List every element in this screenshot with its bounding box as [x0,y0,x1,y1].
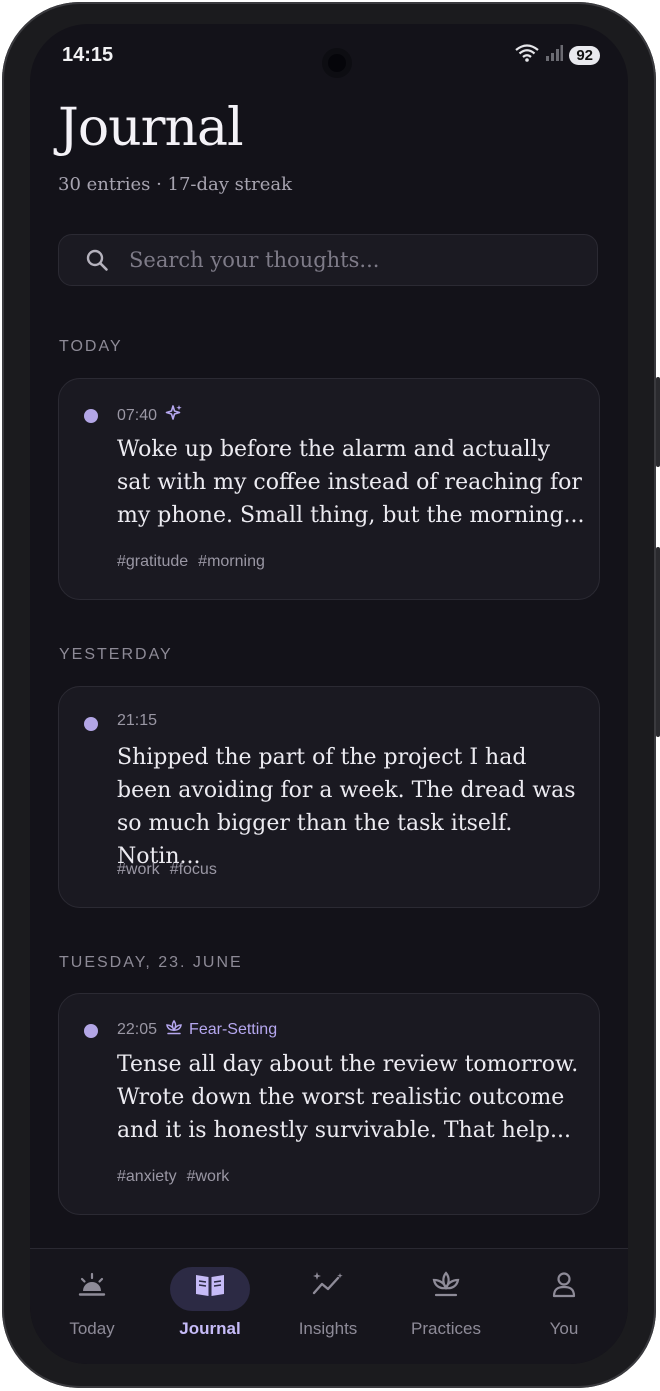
nav-item-today[interactable]: Today [42,1269,142,1339]
tag[interactable]: #gratitude [117,553,188,571]
entry-meta: 07:40 [117,404,183,427]
battery-indicator: 92 [569,46,600,65]
search-icon [85,248,109,272]
practice-badge[interactable]: Fear-Setting [165,1019,277,1040]
search-bar[interactable] [58,234,598,286]
front-camera [328,54,346,72]
page-subtitle: 30 entries · 17-day streak [58,174,293,195]
power-button [656,547,660,737]
entry-meta: 22:05 Fear-Setting [117,1019,277,1040]
entry-dot [84,409,98,423]
search-input[interactable] [127,247,571,273]
volume-button [656,377,660,467]
nav-item-insights[interactable]: Insights [278,1269,378,1339]
entry-dot [84,717,98,731]
entry-preview: Shipped the part of the project I had be… [117,745,576,869]
bottom-navigation: Today Journal Insights Practices You [30,1248,628,1364]
tag[interactable]: #focus [170,861,217,879]
nav-label: Today [69,1319,115,1338]
lotus-icon [165,1019,183,1040]
journal-entry-card[interactable]: 07:40 Woke up before the alarm and actua… [58,378,600,600]
entry-tags: #anxiety #work [117,1168,229,1186]
lotus-icon [396,1269,496,1301]
page-title: Journal [58,98,244,158]
tag[interactable]: #work [187,1168,230,1186]
nav-label: Practices [411,1319,481,1338]
nav-item-journal[interactable]: Journal [160,1267,260,1339]
entry-time: 21:15 [117,712,158,729]
wifi-icon [515,44,540,67]
entry-time: 22:05 [117,1020,158,1038]
trend-sparkle-icon [278,1269,378,1301]
section-label-yesterday: YESTERDAY [59,646,173,663]
tag[interactable]: #morning [198,553,265,571]
status-time: 14:15 [62,44,114,66]
sunrise-icon [42,1269,142,1301]
screen: 14:15 92 Journal 30 entries · 17-day str… [30,24,628,1364]
nav-label: You [549,1319,579,1338]
status-icons: 92 [515,44,600,67]
entry-tags: #gratitude #morning [117,553,265,571]
nav-item-you[interactable]: You [514,1269,614,1339]
signal-icon [545,44,564,67]
person-icon [514,1269,614,1301]
section-label-today: TODAY [59,338,123,355]
entry-preview: Tense all day about the review tomorrow.… [117,1052,579,1143]
entry-tags: #work #focus [117,861,217,879]
phone-frame: 14:15 92 Journal 30 entries · 17-day str… [2,2,660,1388]
nav-label: Journal [179,1319,241,1338]
journal-entry-card[interactable]: 21:15 Shipped the part of the project I … [58,686,600,908]
nav-item-practices[interactable]: Practices [396,1269,496,1339]
section-label-tuesday: TUESDAY, 23. JUNE [59,954,243,971]
entry-preview: Woke up before the alarm and actually sa… [117,437,585,528]
practice-label: Fear-Setting [189,1020,278,1038]
tag[interactable]: #anxiety [117,1168,177,1186]
tag[interactable]: #work [117,861,160,879]
sparkles-icon [165,404,183,427]
entry-dot [84,1024,98,1038]
entry-time: 07:40 [117,406,158,424]
journal-entry-card[interactable]: 22:05 Fear-Setting Tense all day about t… [58,993,600,1215]
entry-meta: 21:15 [117,712,157,730]
nav-label: Insights [298,1319,358,1338]
